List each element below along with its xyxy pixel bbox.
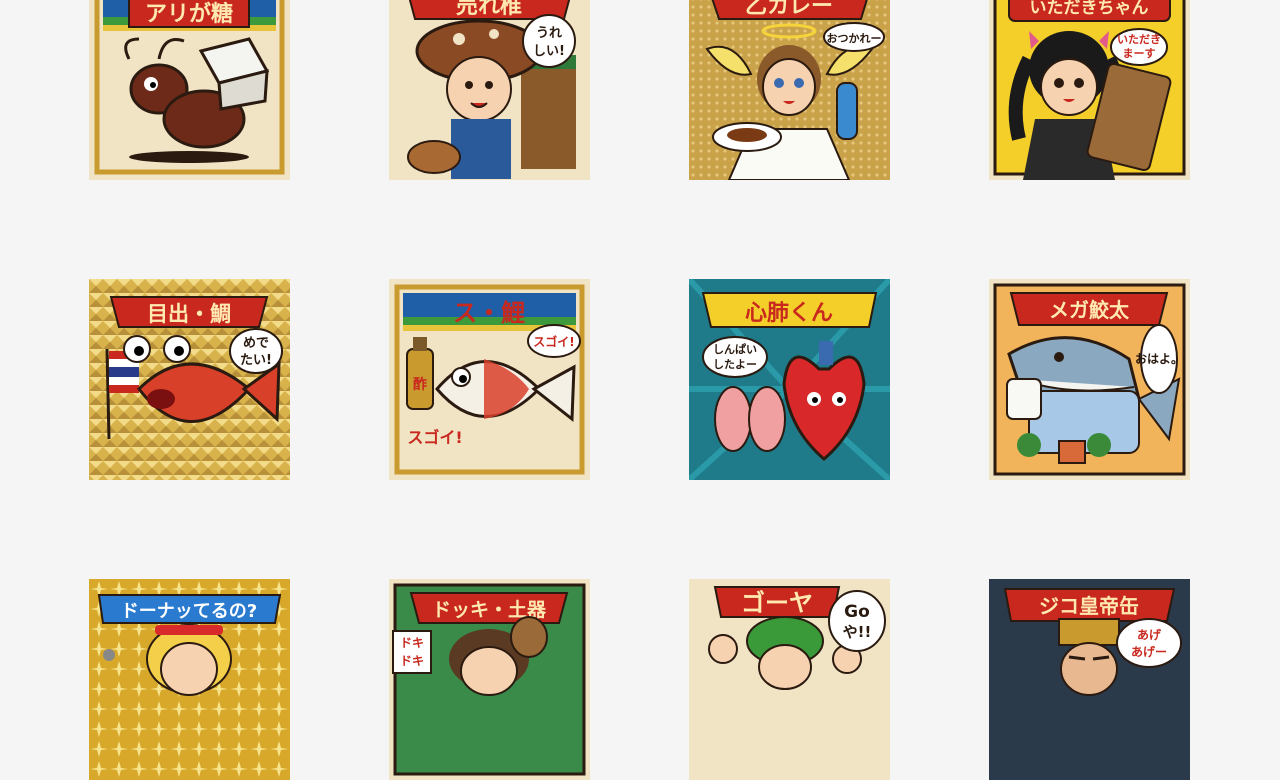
sticker-title: ジコ皇帝缶 xyxy=(1039,594,1139,618)
sticker-ari-ga-tou[interactable]: アリが糖 xyxy=(89,0,290,180)
ant-sugar-illustration: アリが糖 xyxy=(89,0,290,180)
speech-bubble-line-1: めで xyxy=(243,336,269,351)
speech-bubble-line-2: や!! xyxy=(843,623,872,641)
sticker-title: いただきちゃん xyxy=(1030,0,1149,18)
sea-bream-illustration: 目出・鯛 めで たい! xyxy=(89,279,290,480)
sticker-title: 売れ椎 xyxy=(456,0,522,19)
sticker-title: ゴーヤ xyxy=(741,589,813,617)
emperor-illustration: ジコ皇帝缶 あげ あげー xyxy=(989,579,1190,780)
sticker-title: 心肺くん xyxy=(745,301,833,326)
speech-bubble-line-2: ドキ xyxy=(400,654,424,668)
sticker-jiko-koutei-kan[interactable]: ジコ皇帝缶 あげ あげー xyxy=(989,579,1190,780)
itadaki-girl-illustration: いただきちゃん いただき まーす xyxy=(989,0,1190,180)
sticker-title: ス・鯉 xyxy=(453,299,525,327)
sticker-title: 目出・鯛 xyxy=(147,302,231,326)
sticker-donattenno[interactable]: ドーナッてるの? xyxy=(89,579,290,780)
carp-vinegar-illustration: ス・鯉 酢 スゴイ! スゴイ! xyxy=(389,279,590,480)
sticker-title: ドーナッてるの? xyxy=(121,601,257,622)
bottle-label: 酢 xyxy=(413,376,427,393)
speech-bubble-line-1: しんぱい xyxy=(713,342,757,356)
sticker-ure-shii[interactable]: 売れ椎 うれ しい! xyxy=(389,0,590,180)
sticker-su-koi[interactable]: ス・鯉 酢 スゴイ! スゴイ! xyxy=(389,279,590,480)
sticker-caption: スゴイ! xyxy=(407,428,462,447)
speech-bubble-line-1: スゴイ! xyxy=(533,334,574,349)
bitter-melon-boy-illustration: ゴーヤ Go や!! xyxy=(689,579,890,780)
speech-bubble-line-1: あげ xyxy=(1137,627,1162,642)
speech-bubble-line-1: いただき xyxy=(1117,33,1161,46)
donut-girl-illustration: ドーナッてるの? xyxy=(89,579,290,780)
sticker-itadaki-chan[interactable]: いただきちゃん いただき まーす xyxy=(989,0,1190,180)
sticker-grid: アリが糖 売れ椎 うれ しい! 乙カレー おつかれー いただきちゃん いただき … xyxy=(0,0,1280,780)
angel-curry-illustration: 乙カレー おつかれー xyxy=(689,0,890,180)
speech-bubble-line-2: あげー xyxy=(1131,644,1167,659)
speech-bubble-line-2: まーす xyxy=(1123,47,1156,60)
sticker-otsu-curry[interactable]: 乙カレー おつかれー xyxy=(689,0,890,180)
speech-bubble-line-1: ドキ xyxy=(400,636,424,650)
sticker-dokki-doki[interactable]: ドッキ・土器 ドキ ドキ xyxy=(389,579,590,780)
shark-pajama-illustration: メガ鮫太 おはよ。 xyxy=(989,279,1190,480)
heart-lungs-illustration: 心肺くん しんぱい したよー xyxy=(689,279,890,480)
sticker-goya[interactable]: ゴーヤ Go や!! xyxy=(689,579,890,780)
sticker-title: 乙カレー xyxy=(745,0,833,19)
sticker-title: アリが糖 xyxy=(145,1,233,27)
sticker-shinpai-kun[interactable]: 心肺くん しんぱい したよー xyxy=(689,279,890,480)
sticker-mega-samuta[interactable]: メガ鮫太 おはよ。 xyxy=(989,279,1190,480)
speech-bubble-line-2: しい! xyxy=(533,44,565,59)
sticker-title: メガ鮫太 xyxy=(1049,298,1130,322)
speech-bubble-line-1: おつかれー xyxy=(827,32,882,45)
speech-bubble-line-1: Go xyxy=(844,602,870,622)
speech-bubble-line-2: したよー xyxy=(713,358,757,371)
speech-bubble-line-1: おはよ。 xyxy=(1135,352,1183,366)
mushroom-girl-illustration: 売れ椎 うれ しい! xyxy=(389,0,590,180)
sticker-medetai[interactable]: 目出・鯛 めで たい! xyxy=(89,279,290,480)
clay-pot-girl-illustration: ドッキ・土器 ドキ ドキ xyxy=(389,579,590,780)
speech-bubble-line-2: たい! xyxy=(240,353,272,368)
speech-bubble-line-1: うれ xyxy=(536,26,562,41)
